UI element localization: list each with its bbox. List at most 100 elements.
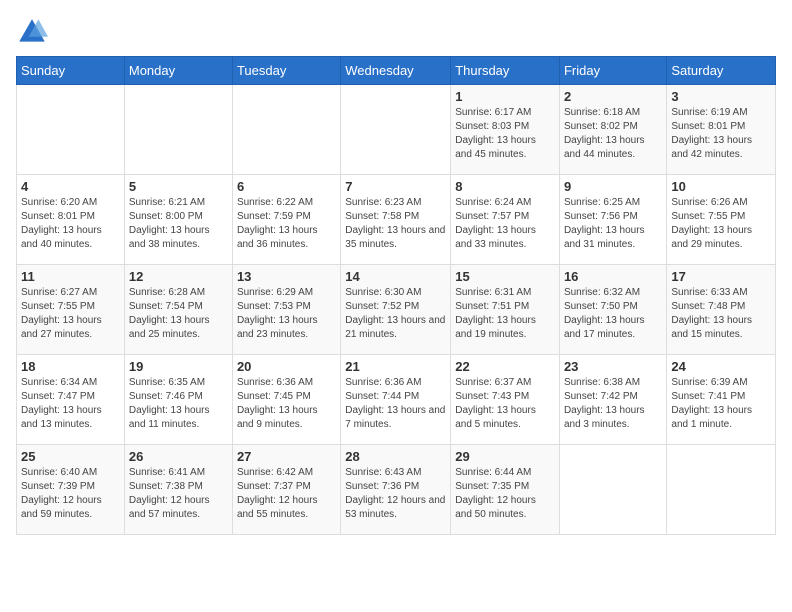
logo-icon bbox=[16, 16, 48, 48]
calendar-cell: 12 Sunrise: 6:28 AM Sunset: 7:54 PM Dayli… bbox=[124, 265, 232, 355]
calendar-cell: 24 Sunrise: 6:39 AM Sunset: 7:41 PM Dayli… bbox=[667, 355, 776, 445]
cell-date: 24 bbox=[671, 359, 771, 374]
cell-date: 27 bbox=[237, 449, 336, 464]
cell-date: 3 bbox=[671, 89, 771, 104]
cell-info: Sunrise: 6:23 AM Sunset: 7:58 PM Dayligh… bbox=[345, 196, 446, 252]
calendar-cell bbox=[124, 85, 232, 175]
cell-date: 25 bbox=[21, 449, 120, 464]
cell-info: Sunrise: 6:29 AM Sunset: 7:53 PM Dayligh… bbox=[237, 286, 336, 342]
calendar-cell: 15 Sunrise: 6:31 AM Sunset: 7:51 PM Dayli… bbox=[451, 265, 560, 355]
cell-info: Sunrise: 6:19 AM Sunset: 8:01 PM Dayligh… bbox=[671, 106, 771, 162]
week-row-2: 4 Sunrise: 6:20 AM Sunset: 8:01 PM Daylig… bbox=[17, 175, 776, 265]
calendar-cell: 7 Sunrise: 6:23 AM Sunset: 7:58 PM Daylig… bbox=[341, 175, 451, 265]
calendar-cell: 25 Sunrise: 6:40 AM Sunset: 7:39 PM Dayli… bbox=[17, 445, 125, 535]
cell-date: 28 bbox=[345, 449, 446, 464]
cell-date: 29 bbox=[455, 449, 555, 464]
cell-info: Sunrise: 6:32 AM Sunset: 7:50 PM Dayligh… bbox=[564, 286, 662, 342]
cell-info: Sunrise: 6:40 AM Sunset: 7:39 PM Dayligh… bbox=[21, 466, 120, 522]
calendar-cell bbox=[17, 85, 125, 175]
cell-date: 9 bbox=[564, 179, 662, 194]
cell-date: 21 bbox=[345, 359, 446, 374]
cell-info: Sunrise: 6:44 AM Sunset: 7:35 PM Dayligh… bbox=[455, 466, 555, 522]
calendar-cell: 3 Sunrise: 6:19 AM Sunset: 8:01 PM Daylig… bbox=[667, 85, 776, 175]
cell-date: 23 bbox=[564, 359, 662, 374]
day-header-friday: Friday bbox=[559, 57, 666, 85]
day-header-wednesday: Wednesday bbox=[341, 57, 451, 85]
cell-info: Sunrise: 6:36 AM Sunset: 7:45 PM Dayligh… bbox=[237, 376, 336, 432]
cell-info: Sunrise: 6:22 AM Sunset: 7:59 PM Dayligh… bbox=[237, 196, 336, 252]
cell-date: 20 bbox=[237, 359, 336, 374]
calendar-cell: 29 Sunrise: 6:44 AM Sunset: 7:35 PM Dayli… bbox=[451, 445, 560, 535]
calendar-cell bbox=[667, 445, 776, 535]
cell-info: Sunrise: 6:43 AM Sunset: 7:36 PM Dayligh… bbox=[345, 466, 446, 522]
calendar-cell: 8 Sunrise: 6:24 AM Sunset: 7:57 PM Daylig… bbox=[451, 175, 560, 265]
cell-info: Sunrise: 6:18 AM Sunset: 8:02 PM Dayligh… bbox=[564, 106, 662, 162]
calendar-cell: 6 Sunrise: 6:22 AM Sunset: 7:59 PM Daylig… bbox=[232, 175, 340, 265]
cell-info: Sunrise: 6:34 AM Sunset: 7:47 PM Dayligh… bbox=[21, 376, 120, 432]
calendar-cell: 4 Sunrise: 6:20 AM Sunset: 8:01 PM Daylig… bbox=[17, 175, 125, 265]
calendar-cell: 10 Sunrise: 6:26 AM Sunset: 7:55 PM Dayli… bbox=[667, 175, 776, 265]
cell-date: 26 bbox=[129, 449, 228, 464]
calendar-cell: 22 Sunrise: 6:37 AM Sunset: 7:43 PM Dayli… bbox=[451, 355, 560, 445]
cell-info: Sunrise: 6:31 AM Sunset: 7:51 PM Dayligh… bbox=[455, 286, 555, 342]
calendar-cell: 20 Sunrise: 6:36 AM Sunset: 7:45 PM Dayli… bbox=[232, 355, 340, 445]
calendar-cell: 23 Sunrise: 6:38 AM Sunset: 7:42 PM Dayli… bbox=[559, 355, 666, 445]
calendar-cell: 13 Sunrise: 6:29 AM Sunset: 7:53 PM Dayli… bbox=[232, 265, 340, 355]
calendar-cell bbox=[341, 85, 451, 175]
calendar-cell: 16 Sunrise: 6:32 AM Sunset: 7:50 PM Dayli… bbox=[559, 265, 666, 355]
week-row-5: 25 Sunrise: 6:40 AM Sunset: 7:39 PM Dayli… bbox=[17, 445, 776, 535]
calendar-cell: 28 Sunrise: 6:43 AM Sunset: 7:36 PM Dayli… bbox=[341, 445, 451, 535]
cell-date: 18 bbox=[21, 359, 120, 374]
cell-info: Sunrise: 6:17 AM Sunset: 8:03 PM Dayligh… bbox=[455, 106, 555, 162]
cell-info: Sunrise: 6:38 AM Sunset: 7:42 PM Dayligh… bbox=[564, 376, 662, 432]
day-header-thursday: Thursday bbox=[451, 57, 560, 85]
cell-date: 6 bbox=[237, 179, 336, 194]
cell-info: Sunrise: 6:36 AM Sunset: 7:44 PM Dayligh… bbox=[345, 376, 446, 432]
cell-date: 16 bbox=[564, 269, 662, 284]
cell-info: Sunrise: 6:24 AM Sunset: 7:57 PM Dayligh… bbox=[455, 196, 555, 252]
cell-info: Sunrise: 6:39 AM Sunset: 7:41 PM Dayligh… bbox=[671, 376, 771, 432]
calendar-cell: 11 Sunrise: 6:27 AM Sunset: 7:55 PM Dayli… bbox=[17, 265, 125, 355]
calendar-cell: 21 Sunrise: 6:36 AM Sunset: 7:44 PM Dayli… bbox=[341, 355, 451, 445]
calendar-cell: 27 Sunrise: 6:42 AM Sunset: 7:37 PM Dayli… bbox=[232, 445, 340, 535]
calendar-cell: 17 Sunrise: 6:33 AM Sunset: 7:48 PM Dayli… bbox=[667, 265, 776, 355]
cell-info: Sunrise: 6:33 AM Sunset: 7:48 PM Dayligh… bbox=[671, 286, 771, 342]
cell-date: 13 bbox=[237, 269, 336, 284]
cell-info: Sunrise: 6:35 AM Sunset: 7:46 PM Dayligh… bbox=[129, 376, 228, 432]
cell-date: 19 bbox=[129, 359, 228, 374]
cell-date: 15 bbox=[455, 269, 555, 284]
day-header-tuesday: Tuesday bbox=[232, 57, 340, 85]
calendar-cell: 9Sunrise: 6:25 AM Sunset: 7:56 PM Daylig… bbox=[559, 175, 666, 265]
cell-date: 7 bbox=[345, 179, 446, 194]
cell-date: 8 bbox=[455, 179, 555, 194]
logo bbox=[16, 16, 52, 48]
cell-date: 17 bbox=[671, 269, 771, 284]
cell-info: Sunrise: 6:20 AM Sunset: 8:01 PM Dayligh… bbox=[21, 196, 120, 252]
cell-date: 10 bbox=[671, 179, 771, 194]
header-row: SundayMondayTuesdayWednesdayThursdayFrid… bbox=[17, 57, 776, 85]
cell-date: 11 bbox=[21, 269, 120, 284]
calendar-header: SundayMondayTuesdayWednesdayThursdayFrid… bbox=[17, 57, 776, 85]
calendar-cell: 26 Sunrise: 6:41 AM Sunset: 7:38 PM Dayli… bbox=[124, 445, 232, 535]
cell-info: Sunrise: 6:41 AM Sunset: 7:38 PM Dayligh… bbox=[129, 466, 228, 522]
cell-info: Sunrise: 6:21 AM Sunset: 8:00 PM Dayligh… bbox=[129, 196, 228, 252]
cell-date: 4 bbox=[21, 179, 120, 194]
week-row-3: 11 Sunrise: 6:27 AM Sunset: 7:55 PM Dayli… bbox=[17, 265, 776, 355]
cell-info: Sunrise: 6:26 AM Sunset: 7:55 PM Dayligh… bbox=[671, 196, 771, 252]
cell-info: Sunrise: 6:30 AM Sunset: 7:52 PM Dayligh… bbox=[345, 286, 446, 342]
cell-date: 14 bbox=[345, 269, 446, 284]
cell-date: 2 bbox=[564, 89, 662, 104]
calendar-cell: 14 Sunrise: 6:30 AM Sunset: 7:52 PM Dayli… bbox=[341, 265, 451, 355]
calendar-body: 1Sunrise: 6:17 AM Sunset: 8:03 PM Daylig… bbox=[17, 85, 776, 535]
cell-info: Sunrise: 6:27 AM Sunset: 7:55 PM Dayligh… bbox=[21, 286, 120, 342]
cell-date: 5 bbox=[129, 179, 228, 194]
calendar-cell: 19 Sunrise: 6:35 AM Sunset: 7:46 PM Dayli… bbox=[124, 355, 232, 445]
cell-info: Sunrise: 6:37 AM Sunset: 7:43 PM Dayligh… bbox=[455, 376, 555, 432]
cell-date: 22 bbox=[455, 359, 555, 374]
cell-date: 12 bbox=[129, 269, 228, 284]
cell-info: Sunrise: 6:42 AM Sunset: 7:37 PM Dayligh… bbox=[237, 466, 336, 522]
calendar-cell: 1Sunrise: 6:17 AM Sunset: 8:03 PM Daylig… bbox=[451, 85, 560, 175]
week-row-1: 1Sunrise: 6:17 AM Sunset: 8:03 PM Daylig… bbox=[17, 85, 776, 175]
cell-info: Sunrise: 6:28 AM Sunset: 7:54 PM Dayligh… bbox=[129, 286, 228, 342]
day-header-saturday: Saturday bbox=[667, 57, 776, 85]
